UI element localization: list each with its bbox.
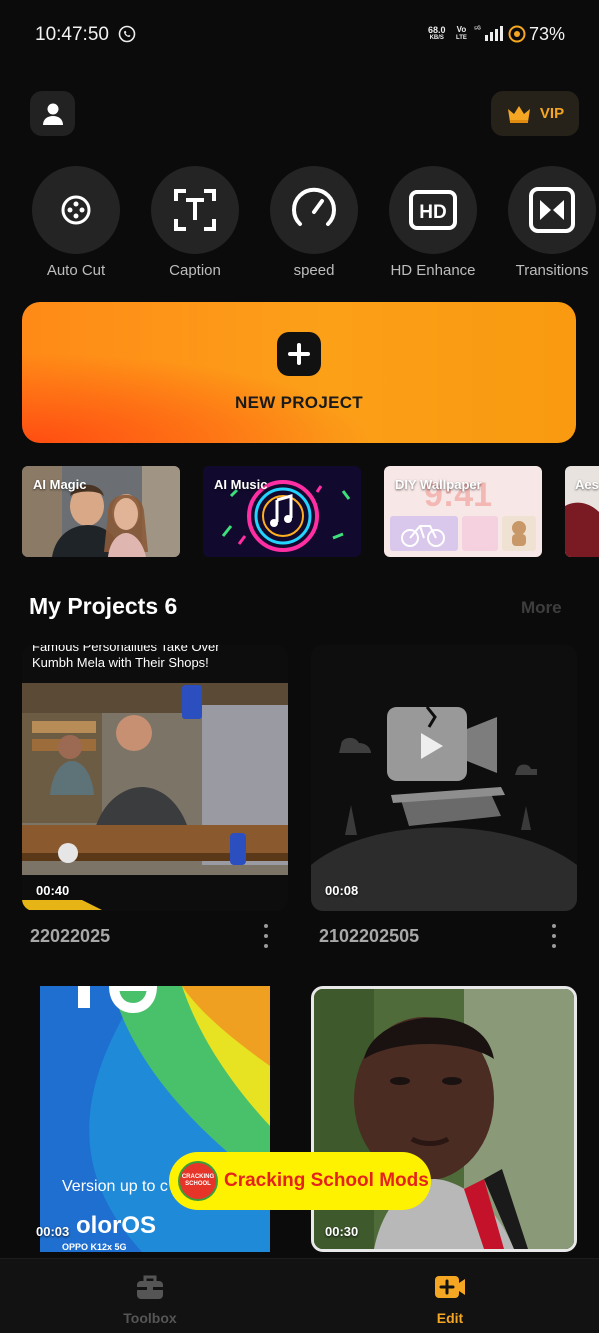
tool-label: speed	[293, 262, 335, 279]
nav-toolbox[interactable]: Toolbox	[100, 1273, 200, 1326]
feature-aes[interactable]: Aes	[565, 466, 599, 557]
svg-text:⁵ᴳ: ⁵ᴳ	[474, 26, 481, 33]
feature-label: AI Music	[214, 477, 268, 492]
speed-icon	[292, 187, 336, 226]
caption-icon	[174, 189, 216, 231]
feature-label: AI Magic	[33, 477, 87, 492]
whatsapp-icon	[118, 25, 136, 43]
project-card[interactable]: Famous Personalities Take Over Kumbh Mel…	[22, 645, 288, 911]
caption-line: Famous Personalities Take Over	[32, 645, 220, 654]
volte-indicator: Vo LTE	[456, 25, 467, 42]
project-thumbnail	[311, 645, 577, 911]
project-card[interactable]: Version up to c olorOS OPPO K12x 5G 00:0…	[22, 986, 288, 1252]
project-thumbnail	[22, 645, 288, 911]
project-thumbnail	[314, 989, 574, 1249]
my-projects-title: My Projects 6	[29, 593, 178, 619]
caption-line: Kumbh Mela with Their Shops!	[32, 655, 209, 670]
battery-percent: 73%	[529, 24, 566, 44]
crown-icon	[507, 105, 530, 123]
more-options-icon[interactable]	[261, 924, 271, 948]
nav-label: Edit	[436, 1310, 464, 1326]
tool-speed[interactable]: speed	[259, 166, 369, 279]
battery-icon	[508, 25, 526, 43]
tool-label: Auto Cut	[46, 262, 106, 279]
watermark-logo: CRACKING SCHOOL	[178, 1161, 218, 1201]
duration-label: 00:03	[36, 1224, 70, 1239]
edit-video-icon	[435, 1276, 465, 1298]
overlay-text: Version up to c	[62, 1178, 168, 1195]
project-name: 2102202505	[319, 926, 420, 946]
new-project-label: NEW PROJECT	[235, 393, 363, 412]
watermark-badge: CRACKING SCHOOL Cracking School Mods	[169, 1152, 431, 1210]
svg-text:HD: HD	[419, 202, 446, 223]
feature-label: DIY Wallpaper	[395, 477, 482, 492]
status-time: 10:47:50	[35, 24, 109, 45]
duration-label: 00:08	[325, 883, 359, 898]
bottom-nav: Toolbox Edit	[0, 1258, 599, 1333]
vip-label: VIP	[539, 105, 565, 122]
tool-hd-enhance[interactable]: HD HD Enhance	[378, 166, 488, 279]
duration-label: 00:40	[36, 883, 70, 898]
overlay-device: OPPO K12x 5G	[62, 1242, 127, 1252]
tool-caption[interactable]: Caption	[140, 166, 250, 279]
feature-diy-wallpaper[interactable]: 9:41 DIY Wallpaper	[384, 466, 542, 557]
signal-icon: ⁵ᴳ	[474, 26, 503, 41]
feature-label: Aes	[575, 477, 599, 492]
tool-transitions[interactable]: Transitions	[497, 166, 599, 279]
tool-label: Transitions	[515, 262, 589, 279]
feature-ai-magic[interactable]: AI Magic	[22, 466, 180, 557]
project-name: 22022025	[30, 926, 111, 946]
profile-button[interactable]	[30, 91, 75, 136]
feature-ai-music[interactable]: AI Music	[203, 466, 361, 557]
duration-label: 00:30	[325, 1224, 359, 1239]
project-card[interactable]: 00:08	[311, 645, 577, 911]
tool-label: Caption	[169, 262, 221, 279]
auto-cut-icon	[61, 195, 91, 225]
overlay-os: olorOS	[76, 1212, 157, 1239]
tool-auto-cut[interactable]: Auto Cut	[21, 166, 131, 279]
transitions-icon	[529, 187, 575, 233]
user-icon	[42, 103, 63, 125]
vip-button[interactable]: VIP	[491, 91, 579, 136]
toolbox-icon	[137, 1275, 163, 1299]
more-options-icon[interactable]	[549, 924, 559, 948]
watermark-text: Cracking School Mods	[224, 1170, 429, 1191]
more-link[interactable]: More	[521, 598, 562, 618]
nav-edit[interactable]: Edit	[400, 1273, 500, 1326]
status-bar: 10:47:50 68.0 KB/S Vo LTE ⁵ᴳ 73%	[0, 0, 599, 68]
plus-icon	[277, 332, 321, 376]
net-speed: 68.0 KB/S	[428, 25, 446, 42]
hd-enhance-icon: HD	[409, 190, 457, 230]
nav-label: Toolbox	[123, 1310, 177, 1326]
tool-label: HD Enhance	[390, 262, 476, 279]
project-card[interactable]: 00:30	[311, 986, 577, 1252]
